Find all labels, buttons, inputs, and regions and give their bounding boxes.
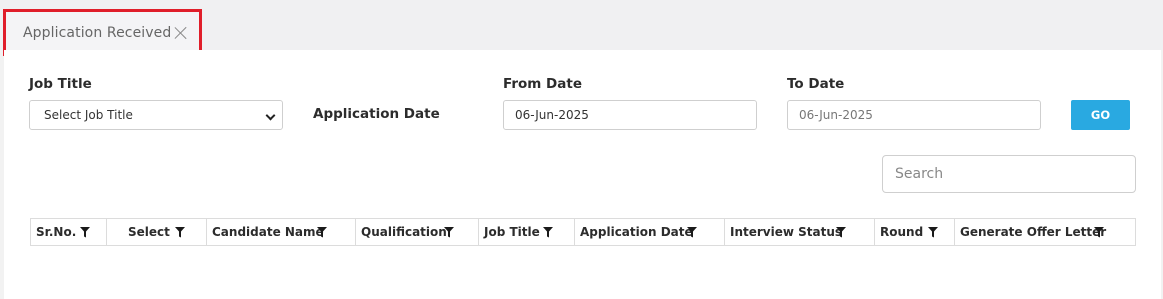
from-date-value: 06-Jun-2025 bbox=[515, 108, 589, 122]
filter-icon[interactable] bbox=[687, 227, 697, 238]
tab-application-received[interactable]: Application Received bbox=[3, 9, 202, 56]
column-label: Application Date bbox=[580, 225, 693, 239]
column-header-interview-status[interactable]: Interview Status bbox=[725, 219, 875, 245]
from-date-field[interactable]: 06-Jun-2025 bbox=[503, 100, 757, 130]
to-date-label: To Date bbox=[787, 76, 845, 92]
job-title-select[interactable]: Select Job Title bbox=[29, 100, 283, 130]
column-header-generate-offer-letter[interactable]: Generate Offer Letter bbox=[955, 219, 1135, 245]
filter-icon[interactable] bbox=[928, 227, 938, 238]
to-date-field[interactable]: 06-Jun-2025 bbox=[787, 100, 1041, 130]
column-label: Sr.No. bbox=[36, 225, 77, 239]
filter-icon[interactable] bbox=[543, 227, 553, 238]
column-label: Generate Offer Letter bbox=[960, 225, 1107, 239]
column-label: Job Title bbox=[484, 225, 540, 239]
column-header-application-date[interactable]: Application Date bbox=[575, 219, 725, 245]
column-label: Interview Status bbox=[730, 225, 843, 239]
filter-icon[interactable] bbox=[1094, 227, 1104, 238]
column-header-round[interactable]: Round bbox=[875, 219, 955, 245]
main-panel: Job Title Select Job Title Application D… bbox=[4, 50, 1161, 299]
column-header-candidate-name[interactable]: Candidate Name bbox=[207, 219, 356, 245]
chevron-down-icon bbox=[265, 110, 276, 121]
filter-icon[interactable] bbox=[80, 227, 90, 238]
column-header-sr-no[interactable]: Sr.No. bbox=[31, 219, 107, 245]
job-title-label: Job Title bbox=[29, 76, 92, 92]
column-label: Qualification bbox=[361, 225, 447, 239]
column-header-select[interactable]: Select bbox=[107, 219, 207, 245]
search-placeholder: Search bbox=[895, 166, 944, 182]
from-date-label: From Date bbox=[503, 76, 582, 92]
application-date-label: Application Date bbox=[313, 106, 440, 122]
to-date-placeholder: 06-Jun-2025 bbox=[799, 108, 873, 122]
tab-bar: Application Received bbox=[0, 0, 1163, 56]
column-label: Round bbox=[880, 225, 924, 239]
filter-icon[interactable] bbox=[317, 227, 327, 238]
filter-icon[interactable] bbox=[836, 227, 846, 238]
filter-icon[interactable] bbox=[175, 227, 185, 238]
column-header-job-title[interactable]: Job Title bbox=[479, 219, 575, 245]
search-input[interactable]: Search bbox=[882, 155, 1136, 193]
tab-label: Application Received bbox=[23, 24, 172, 41]
go-button[interactable]: GO bbox=[1071, 100, 1130, 130]
close-icon[interactable] bbox=[174, 26, 188, 40]
results-table-header: Sr.No. Select Candidate Name Qualificati… bbox=[30, 218, 1136, 246]
column-label: Select bbox=[128, 225, 170, 239]
filter-icon[interactable] bbox=[444, 227, 454, 238]
column-header-qualification[interactable]: Qualification bbox=[356, 219, 479, 245]
job-title-selected-value: Select Job Title bbox=[44, 108, 133, 122]
column-label: Candidate Name bbox=[212, 225, 324, 239]
